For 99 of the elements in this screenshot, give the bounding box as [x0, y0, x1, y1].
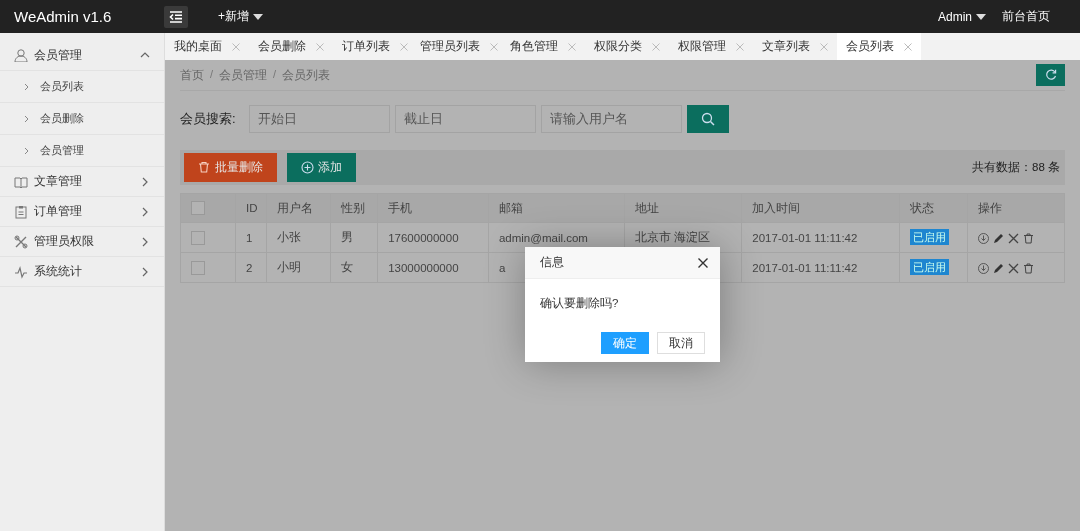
- tab[interactable]: 文章列表: [753, 33, 837, 60]
- cancel-button[interactable]: 取消: [657, 332, 705, 354]
- close-icon: [490, 42, 498, 51]
- close-icon: [652, 42, 660, 51]
- column-header: 用户名: [266, 193, 331, 223]
- column-header: 地址: [624, 193, 742, 223]
- close-icon: [232, 42, 240, 51]
- select-all-checkbox[interactable]: [191, 201, 205, 215]
- chevron-right-icon: [24, 146, 30, 155]
- search-field[interactable]: 请输入用户名: [541, 105, 682, 133]
- menu-toggle-button[interactable]: [164, 5, 188, 28]
- tab[interactable]: 会员列表: [837, 33, 921, 60]
- caret-icon: [976, 13, 986, 20]
- table-cell: 1: [246, 231, 253, 244]
- column-header: 性别: [330, 193, 378, 223]
- book-icon: [14, 174, 28, 189]
- table-cell: 17600000000: [388, 231, 459, 244]
- search-label: 会员搜索:: [180, 110, 237, 128]
- download-icon: [978, 232, 990, 244]
- column-header: 加入时间: [741, 193, 900, 223]
- caret-icon: [253, 13, 263, 20]
- column-header: 状态: [899, 193, 968, 223]
- chevron-right-icon: [140, 206, 150, 217]
- close-button[interactable]: [696, 255, 710, 270]
- status-badge: 已启用: [910, 229, 950, 245]
- chevron-right-icon: [140, 176, 150, 187]
- tab[interactable]: 管理员列表: [417, 33, 501, 60]
- refresh-icon: [1044, 69, 1057, 81]
- table-cell: 女: [340, 261, 353, 273]
- record-count: 共有数据：88 条: [972, 160, 1060, 175]
- column-header: 邮箱: [488, 193, 625, 223]
- dialog-title: 信息: [540, 255, 564, 270]
- row-checkbox[interactable]: [191, 260, 205, 275]
- table-cell: 2017-01-01 11:11:42: [752, 231, 858, 244]
- table-cell: 北京市 海淀区: [635, 231, 711, 243]
- chevron-right-icon: [24, 82, 30, 91]
- chevron-right-icon: [140, 236, 150, 247]
- row-checkbox[interactable]: [191, 230, 205, 245]
- home-link[interactable]: 前台首页: [1002, 8, 1050, 25]
- plus-circle-icon: [301, 161, 314, 174]
- sidebar-item[interactable]: 订单管理: [0, 197, 164, 227]
- close-icon: [400, 42, 408, 51]
- chevron-right-icon: [24, 114, 30, 123]
- close-icon: [568, 42, 576, 51]
- menu-icon: [169, 10, 183, 23]
- close-icon: [316, 42, 324, 51]
- close-icon: [698, 257, 708, 268]
- add-menu[interactable]: +新增: [218, 8, 263, 25]
- sidebar-subitem[interactable]: 会员管理: [0, 135, 164, 167]
- table-cell: 13000000000: [388, 261, 459, 274]
- person-icon: [14, 48, 28, 62]
- tab[interactable]: 权限管理: [669, 33, 753, 60]
- clipboard-icon: [14, 204, 28, 219]
- table-cell: 小明: [276, 261, 301, 273]
- add-button[interactable]: 添加: [287, 153, 356, 182]
- tab[interactable]: 角色管理: [501, 33, 585, 60]
- sidebar-item[interactable]: 文章管理: [0, 167, 164, 197]
- refresh-button[interactable]: [1036, 64, 1065, 86]
- sidebar-subitem[interactable]: 会员删除: [0, 103, 164, 135]
- trash-icon: [1023, 232, 1035, 244]
- download-icon: [978, 262, 990, 274]
- column-header: 操作: [967, 193, 1065, 223]
- sidebar-item[interactable]: 系统统计: [0, 257, 164, 287]
- table-cell: 2: [246, 261, 253, 274]
- user-menu[interactable]: Admin: [938, 9, 986, 24]
- column-header: ID: [235, 193, 267, 223]
- sidebar-subitem[interactable]: 会员列表: [0, 71, 164, 103]
- close-icon: [820, 42, 828, 51]
- breadcrumb-separator: /: [210, 67, 214, 82]
- table-cell: 男: [340, 231, 353, 243]
- breadcrumb-separator: /: [273, 67, 277, 82]
- table-cell: 2017-01-01 11:11:42: [752, 261, 858, 274]
- chevron-right-icon: [140, 266, 150, 277]
- pencil-icon: [993, 232, 1005, 244]
- trash-icon: [198, 161, 211, 174]
- status-badge: 已启用: [910, 259, 950, 275]
- table-cell: admin@mail.com: [498, 231, 588, 244]
- close-icon: [904, 42, 912, 51]
- app-logo: WeAdmin v1.6: [13, 8, 113, 25]
- chevron-up-icon: [140, 50, 150, 60]
- search-icon: [701, 112, 715, 126]
- tab[interactable]: 权限分类: [585, 33, 669, 60]
- close-icon: [736, 42, 744, 51]
- tab[interactable]: 订单列表: [333, 33, 417, 60]
- search-field[interactable]: 开始日: [249, 105, 390, 133]
- column-header: 手机: [377, 193, 489, 223]
- search-button[interactable]: [687, 105, 729, 133]
- sidebar-item[interactable]: 管理员权限: [0, 227, 164, 257]
- search-field[interactable]: 截止日: [395, 105, 536, 133]
- trash-icon: [1023, 262, 1035, 274]
- pulse-icon: [14, 264, 28, 279]
- table-cell: 小张: [276, 231, 301, 243]
- table-cell: a: [498, 261, 506, 274]
- dialog-message: 确认要删除吗?: [539, 296, 620, 311]
- tab[interactable]: 我的桌面: [165, 33, 249, 60]
- batch-delete-button[interactable]: 批量删除: [184, 153, 277, 182]
- pencil-icon: [993, 262, 1005, 274]
- tab[interactable]: 会员删除: [249, 33, 333, 60]
- sidebar-item[interactable]: 会员管理: [0, 40, 164, 71]
